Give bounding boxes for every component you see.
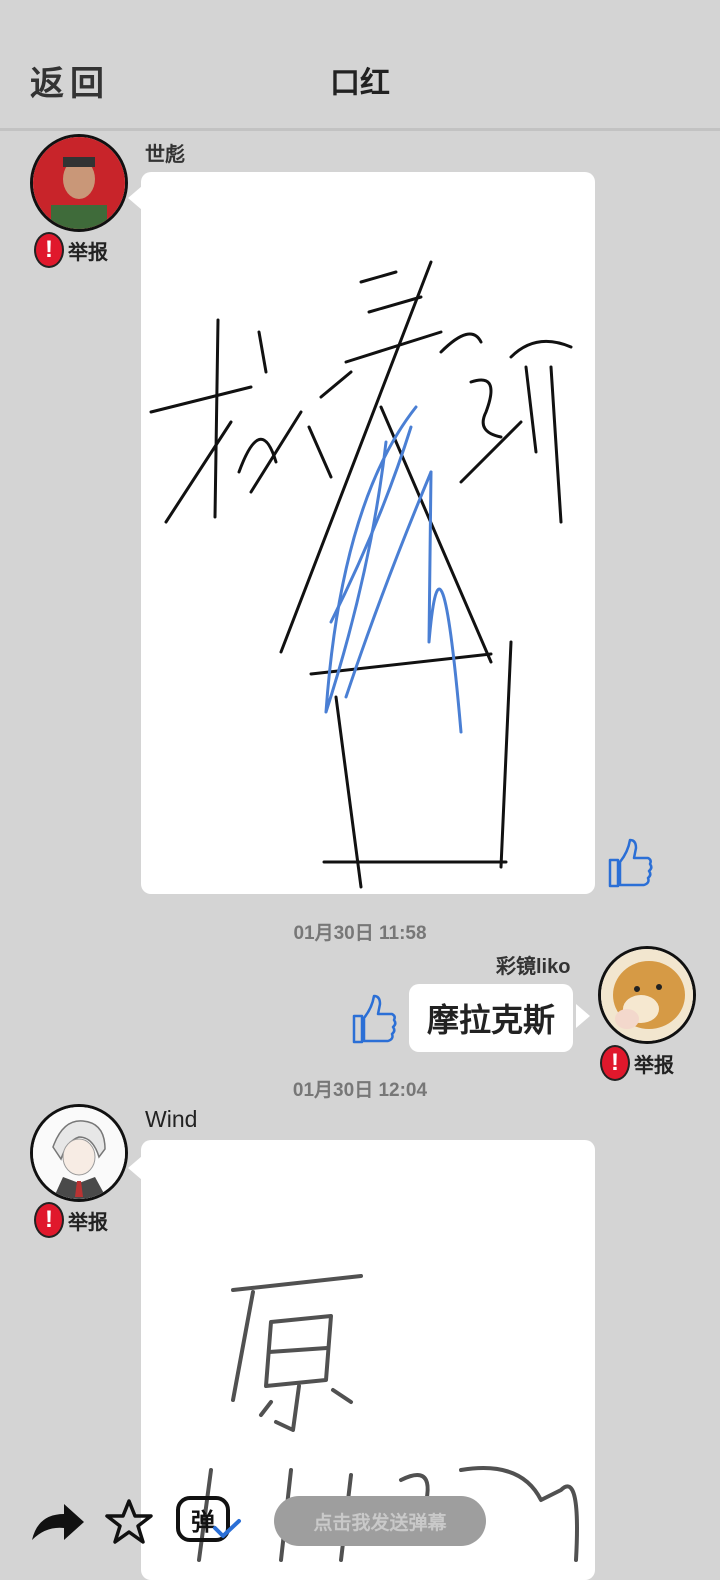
text-message[interactable]: 摩拉克斯: [409, 984, 574, 1052]
page-title: 口红: [330, 67, 390, 100]
alert-icon: !: [34, 1202, 64, 1238]
username: 彩镜liko: [496, 956, 571, 978]
report-label: 举报: [68, 1211, 108, 1234]
alert-icon: !: [34, 232, 64, 268]
check-icon: [213, 1519, 241, 1538]
bubble-tail: [128, 1156, 142, 1180]
star-icon[interactable]: [104, 1498, 154, 1546]
bubble-tail: [128, 186, 142, 210]
report-button[interactable]: ! 举报: [34, 232, 108, 268]
report-label: 举报: [68, 241, 108, 264]
danmaku-send-button[interactable]: 点击我发送弹幕: [274, 1496, 486, 1546]
like-icon[interactable]: [604, 834, 654, 890]
timestamp: 01月30日 12:04: [292, 1080, 428, 1101]
username: 世彪: [145, 144, 185, 166]
report-button[interactable]: ! 举报: [34, 1202, 108, 1238]
report-label: 举报: [634, 1054, 674, 1077]
timestamp: 01月30日 11:58: [293, 923, 427, 944]
share-icon[interactable]: [30, 1500, 86, 1544]
drawing-canvas: [149, 260, 573, 889]
avatar[interactable]: [30, 134, 128, 232]
username: Wind: [145, 1106, 198, 1132]
avatar[interactable]: [598, 946, 696, 1044]
drawing-message[interactable]: [141, 172, 595, 894]
avatar[interactable]: [30, 1104, 128, 1202]
top-bar: 返回 口红: [0, 0, 720, 131]
bubble-tail: [576, 1004, 590, 1028]
like-icon[interactable]: [348, 990, 398, 1046]
